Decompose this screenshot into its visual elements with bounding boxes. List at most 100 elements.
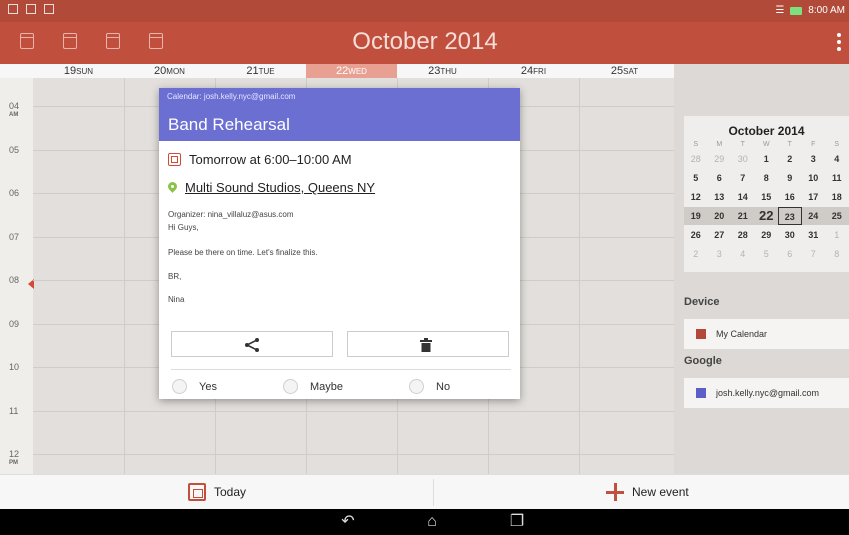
agenda-view-icon[interactable] bbox=[149, 33, 163, 49]
mini-calendar-day[interactable]: 3 bbox=[708, 245, 732, 263]
mini-calendar-day[interactable]: 3 bbox=[802, 150, 826, 168]
mini-calendar-day[interactable]: 10 bbox=[802, 169, 826, 187]
share-icon bbox=[245, 338, 259, 352]
today-icon bbox=[188, 483, 206, 501]
week-view-icon[interactable] bbox=[63, 33, 77, 49]
mini-calendar-day[interactable]: 18 bbox=[825, 188, 849, 206]
radio-button[interactable] bbox=[172, 379, 187, 394]
hour-number: 08 bbox=[9, 275, 20, 285]
day-header-fri[interactable]: 24FRI bbox=[488, 64, 579, 79]
hour-number: 04 bbox=[9, 101, 20, 111]
radio-button[interactable] bbox=[283, 379, 298, 394]
mini-calendar-day[interactable]: 21 bbox=[731, 207, 755, 225]
day-header-wed[interactable]: 22WED bbox=[306, 64, 397, 79]
overflow-menu-icon[interactable] bbox=[837, 33, 841, 51]
mini-calendar-day[interactable]: 28 bbox=[684, 150, 708, 168]
hour-label: 07 bbox=[9, 232, 19, 242]
today-label: Today bbox=[214, 485, 247, 499]
mini-calendar-day[interactable]: 30 bbox=[731, 150, 755, 168]
mini-calendar[interactable]: October 2014 S M T W T F S 28 29 30 1 2 3 4 5 6 7 8 9 10 11 1… bbox=[684, 116, 849, 272]
navigation-bar: ↶ ⌂ ❐ bbox=[0, 509, 849, 535]
day-header-tue[interactable]: 21TUE bbox=[215, 64, 306, 79]
mini-calendar-week: 2345678 bbox=[684, 245, 849, 263]
mini-calendar-day[interactable]: 1 bbox=[825, 226, 849, 244]
mini-calendar-day[interactable]: 7 bbox=[802, 245, 826, 263]
mini-calendar-day[interactable]: 8 bbox=[825, 245, 849, 263]
today-button[interactable]: Today bbox=[188, 481, 246, 503]
day-view-icon[interactable] bbox=[20, 33, 34, 49]
mini-calendar-day[interactable]: 14 bbox=[731, 188, 755, 206]
mini-calendar-day[interactable]: 7 bbox=[731, 169, 755, 187]
mini-calendar-day[interactable]: 6 bbox=[708, 169, 732, 187]
mini-calendar-day[interactable]: 16 bbox=[778, 188, 802, 206]
weekday-header: S bbox=[834, 141, 840, 148]
day-number: 25 bbox=[610, 65, 624, 77]
mini-calendar-day[interactable]: 1 bbox=[755, 150, 779, 168]
rsvp-label: Maybe bbox=[310, 380, 344, 393]
dialog-header: Calendar: josh.kelly.nyc@gmail.com Band … bbox=[159, 88, 520, 141]
calendar-item-google-account[interactable]: josh.kelly.nyc@gmail.com bbox=[684, 378, 849, 408]
calendar-item-my-calendar[interactable]: My Calendar bbox=[684, 319, 849, 349]
mini-calendar-day[interactable]: 9 bbox=[778, 169, 802, 187]
clock: 8:00 AM bbox=[808, 5, 845, 16]
mini-calendar-day[interactable]: 17 bbox=[802, 188, 826, 206]
back-icon[interactable]: ↶ bbox=[339, 513, 357, 531]
mini-calendar-day[interactable]: 31 bbox=[802, 226, 826, 244]
rsvp-maybe[interactable]: Maybe bbox=[283, 379, 343, 394]
day-header-sun[interactable]: 19SUN bbox=[33, 64, 124, 79]
mini-calendar-day[interactable]: 28 bbox=[731, 226, 755, 244]
hour-label: 08 bbox=[9, 276, 19, 285]
event-description-line: BR, bbox=[168, 272, 182, 281]
day-header-mon[interactable]: 20MON bbox=[124, 64, 215, 79]
mini-calendar-day[interactable]: 25 bbox=[825, 207, 849, 225]
mini-calendar-day[interactable]: 20 bbox=[708, 207, 732, 225]
month-title[interactable]: October 2014 bbox=[340, 28, 510, 56]
calendar-item-label: My Calendar bbox=[716, 329, 768, 339]
hour-line bbox=[33, 410, 674, 412]
event-location-row[interactable]: Multi Sound Studios, Queens NY bbox=[168, 180, 375, 195]
month-view-icon[interactable] bbox=[106, 33, 120, 49]
radio-button[interactable] bbox=[409, 379, 424, 394]
day-column-divider bbox=[124, 78, 125, 474]
mini-calendar-day[interactable]: 4 bbox=[731, 245, 755, 263]
mini-calendar-day[interactable]: 24 bbox=[802, 207, 826, 225]
event-location-link[interactable]: Multi Sound Studios, Queens NY bbox=[185, 180, 375, 195]
mini-calendar-day[interactable]: 12 bbox=[684, 188, 708, 206]
mini-calendar-day[interactable]: 5 bbox=[755, 245, 779, 263]
mini-calendar-day[interactable]: 4 bbox=[825, 150, 849, 168]
mini-calendar-day[interactable]: 8 bbox=[755, 169, 779, 187]
hour-label: 04 AM bbox=[9, 102, 19, 120]
trash-icon bbox=[420, 338, 432, 352]
mini-calendar-week: 12 13 14 15 16 17 18 bbox=[684, 188, 849, 206]
mini-calendar-day[interactable]: 15 bbox=[755, 188, 779, 206]
mini-calendar-day[interactable]: 29 bbox=[708, 150, 732, 168]
weekday-header: W bbox=[762, 141, 770, 148]
delete-button[interactable] bbox=[347, 331, 509, 357]
recents-icon[interactable]: ❐ bbox=[508, 513, 526, 531]
mini-calendar-day[interactable]: 11 bbox=[825, 169, 849, 187]
mini-calendar-day[interactable]: 26 bbox=[684, 226, 708, 244]
share-button[interactable] bbox=[171, 331, 333, 357]
mini-calendar-day[interactable]: 22 bbox=[755, 207, 779, 225]
rsvp-no[interactable]: No bbox=[409, 379, 450, 394]
hour-number: 06 bbox=[9, 188, 20, 198]
mini-calendar-day[interactable]: 29 bbox=[755, 226, 779, 244]
mini-calendar-day[interactable]: 27 bbox=[708, 226, 732, 244]
mini-calendar-day[interactable]: 19 bbox=[684, 207, 708, 225]
mini-calendar-day[interactable]: 13 bbox=[708, 188, 732, 206]
mini-calendar-day[interactable]: 2 bbox=[684, 245, 708, 263]
status-bar: ☰ 8:00 AM bbox=[0, 0, 849, 22]
mini-calendar-day[interactable]: 6 bbox=[778, 245, 802, 263]
day-number: 22 bbox=[336, 65, 349, 77]
event-description-line: Hi Guys, bbox=[168, 223, 199, 232]
mini-calendar-day[interactable]: 23 bbox=[778, 207, 802, 225]
mini-calendar-day[interactable]: 5 bbox=[684, 169, 708, 187]
mini-calendar-day[interactable]: 2 bbox=[778, 150, 802, 168]
home-icon[interactable]: ⌂ bbox=[423, 513, 441, 531]
rsvp-yes[interactable]: Yes bbox=[172, 379, 217, 394]
day-header-thu[interactable]: 23THU bbox=[397, 64, 488, 79]
new-event-button[interactable]: New event bbox=[606, 481, 689, 503]
calendar-notification-icon bbox=[44, 4, 54, 14]
day-header-sat[interactable]: 25SAT bbox=[579, 64, 670, 79]
mini-calendar-day[interactable]: 30 bbox=[778, 226, 802, 244]
